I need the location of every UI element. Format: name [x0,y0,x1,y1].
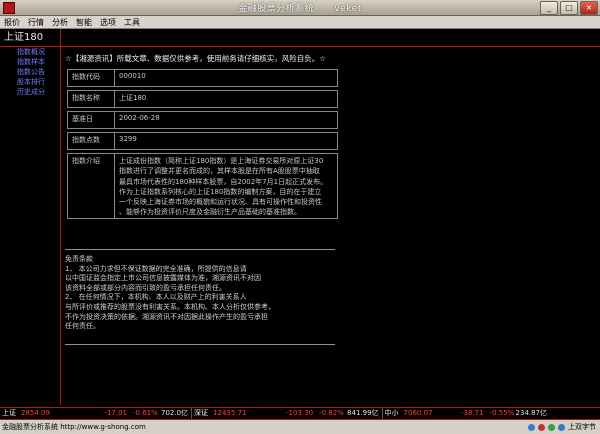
window-title: 金融股票分析系统 veket [238,4,362,14]
disclaimer: 免责条款 1、 本公司力求但不保证数据的完全准确，所提供的信息请 以中国证监会指… [65,255,275,332]
base-date-label: 基准日 [67,111,115,129]
maximize-button[interactable]: □ [560,1,578,15]
main-content: ☆【湘源资讯】所载文章、数据仅供参考，使用前务请仔细核实，风险自负。☆ 指数代码… [61,47,600,405]
menu-tools[interactable]: 工具 [120,16,144,28]
ticker-sz-volume: 841.99亿 [347,409,379,417]
index-ticker-bar: 上证 2854.09 -17.01 -0.61% 702.0亿 深证 12435… [0,407,600,420]
ticker-sh-volume: 702.0亿 [161,409,189,417]
table-row: 指数代码 000010 [67,69,338,87]
divider [65,249,335,250]
sidebar-item-history[interactable]: 历史成分 [0,87,60,97]
input-method-indicator[interactable]: 上双字节 [568,420,596,434]
menu-options[interactable]: 选项 [96,16,120,28]
index-name-label: 指数名称 [67,90,115,108]
menu-market[interactable]: 行情 [24,16,48,28]
disclaimer-line: 以中国证监会指定上市公司信息披露媒体为准，湘源资讯不对因 [65,274,261,283]
ticker-sh-change: -17.01 [104,409,127,417]
ticker-sz-pct: -0.82% [319,409,344,417]
close-button[interactable]: × [580,1,598,15]
ticker-sz-name[interactable]: 深证 [191,408,211,419]
ticker-sz-price: 12435.71 [213,409,247,417]
ticker-sz-change: -103.30 [286,409,314,417]
ticker-sme-change: -38.71 [460,409,484,417]
status-bar: 金融股票分析系统 http://www.g-shong.com 上双字节 [0,420,600,434]
table-row: 指数名称 上证180 [67,90,338,108]
ticker-sh-name[interactable]: 上证 [0,408,18,419]
index-info-table: 指数代码 000010 指数名称 上证180 基准日 2002-06-28 指数… [67,69,338,219]
status-text: 金融股票分析系统 http://www.g-shong.com [2,423,146,431]
sidebar-item-samples[interactable]: 指数样本 [0,57,60,67]
sidebar-item-overview[interactable]: 指数概况 [0,47,60,57]
disclaimer-line: 任何责任。 [65,322,100,331]
divider [65,344,335,345]
network-icon[interactable] [528,423,535,431]
index-code-value: 000010 [114,69,338,87]
ticker-sh-price: 2854.09 [21,409,50,417]
update-icon[interactable] [558,423,565,431]
disclaimer-line: 2、 在任何情况下，本机构、本人以及财产上的利害关系人 [65,293,247,302]
ticker-sme-volume: 234.87亿 [515,409,548,417]
disclaimer-line: 与所评价或推荐的股票没有利害关系。本机构、本人分析仅供参考， [65,302,275,311]
title-bar: 金融股票分析系统 veket _ □ × [0,0,600,16]
sidebar-item-announcements[interactable]: 指数公告 [0,67,60,77]
base-date-value: 2002-06-28 [114,111,338,129]
ticker-sme-name[interactable]: 中小 [381,408,401,419]
index-code-label: 指数代码 [67,69,115,87]
index-points-label: 指数点数 [67,132,115,150]
sidebar: 上证180 指数概况 指数样本 指数公告 股本排行 历史成分 [0,29,61,405]
disclaimer-line: 1、 本公司力求但不保证数据的完全准确，所提供的信息请 [65,264,247,273]
table-row: 基准日 2002-06-28 [67,111,338,129]
ticker-sh-pct: -0.61% [133,409,158,417]
table-row: 指数介绍 上证成份指数（简称上证180指数）是上海证券交易所对原上证30 指数进… [67,153,338,219]
menu-analysis[interactable]: 分析 [48,16,72,28]
ticker-sme-pct: -0.55% [489,409,515,417]
menu-smart[interactable]: 智能 [72,16,96,28]
notice-banner: ☆【湘源资讯】所载文章、数据仅供参考，使用前务请仔细核实，风险自负。☆ [65,54,326,63]
volume-icon[interactable] [548,423,555,431]
disclaimer-line: 该资料全部或部分内容而引致的盈亏承担任何责任。 [65,283,226,292]
sidebar-item-share-ranking[interactable]: 股本排行 [0,77,60,87]
sidebar-title: 上证180 [0,29,60,47]
menu-quote[interactable]: 报价 [0,16,24,28]
alert-icon[interactable] [538,423,545,431]
minimize-button[interactable]: _ [540,1,558,15]
index-intro-text: 上证成份指数（简称上证180指数）是上海证券交易所对原上证30 指数进行了调整并… [114,153,338,219]
table-row: 指数点数 3299 [67,132,338,150]
index-name-value: 上证180 [114,90,338,108]
index-intro-label: 指数介绍 [67,153,115,219]
disclaimer-title: 免责条款 [65,255,93,263]
ticker-sme-price: 7060.07 [403,409,433,417]
menu-bar: 报价 行情 分析 智能 选项 工具 [0,16,600,29]
disclaimer-line: 不作为投资决策的依据。湘源资讯不对因据此操作产生的盈亏承担 [65,312,268,321]
index-points-value: 3299 [114,132,338,150]
